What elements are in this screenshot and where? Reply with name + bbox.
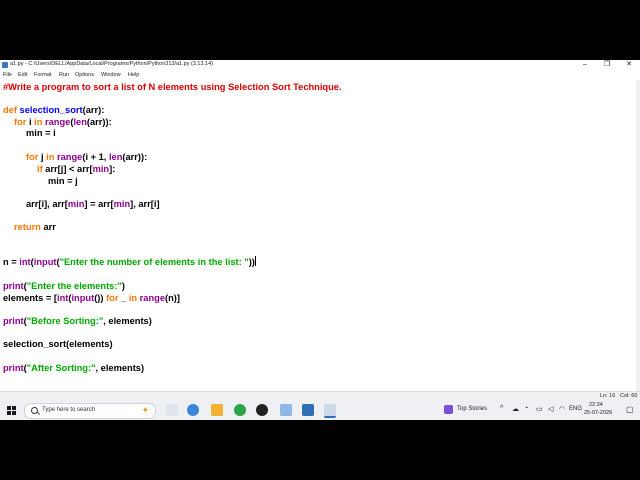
python-app-icon [2,62,8,68]
code-editor[interactable]: #Write a program to sort a list of N ele… [0,80,636,420]
column-number: Col: 60 [620,393,638,399]
taskbar: Type here to search ✦ Top Stories ^ ☁ ◔ … [0,400,640,420]
clock-time[interactable]: 22:34 [589,402,603,408]
taskbar-search-box[interactable]: Type here to search ✦ [24,403,156,419]
title-bar[interactable]: a1.py - C:/Users/DELL/AppData/Local/Prog… [0,60,640,70]
menu-window[interactable]: Window [101,72,121,78]
edge-browser-icon[interactable] [187,404,199,416]
wifi-icon[interactable]: ◠ [559,405,565,413]
menu-edit[interactable]: Edit [18,72,27,78]
vertical-scrollbar[interactable] [636,80,640,392]
news-icon[interactable] [444,405,453,414]
line-number: Ln: 16 [600,393,616,399]
python-editor-taskbar-icon[interactable] [324,404,336,418]
battery-icon[interactable]: ▭ [536,405,543,413]
volume-icon[interactable]: ◁ [548,405,553,413]
code-line-6: if arr[j] < arr[min]: [37,164,116,174]
code-line-7: min = j [48,176,78,186]
network-icon[interactable]: ☁ [512,405,519,413]
code-line-9: return arr [14,222,56,232]
windows-start-icon[interactable] [7,406,16,415]
minimize-button[interactable]: – [574,60,596,70]
code-line-10: n = int(input("Enter the number of eleme… [3,256,256,267]
code-line-5: for j in range(i + 1, len(arr)): [26,152,148,162]
code-line-8: arr[i], arr[min] = arr[min], arr[i] [26,199,160,209]
sparkle-icon: ✦ [141,405,149,415]
code-line-14: selection_sort(elements) [3,339,113,349]
menu-format[interactable]: Format [34,72,51,78]
notification-icon[interactable]: ▢ [626,405,634,414]
text-cursor [254,256,256,266]
python-taskbar-icon[interactable] [302,404,314,416]
close-button[interactable]: ✕ [618,60,640,70]
code-line-13: print("Before Sorting:", elements) [3,316,152,326]
search-placeholder: Type here to search [42,407,96,413]
code-line-2: def selection_sort(arr): [3,105,105,115]
window-title: a1.py - C:/Users/DELL/AppData/Local/Prog… [10,61,213,67]
code-line-1: #Write a program to sort a list of N ele… [3,82,342,92]
menu-bar: File Edit Format Run Options Window Help [0,70,640,80]
search-icon [31,407,38,414]
menu-file[interactable]: File [3,72,12,78]
maximize-button[interactable]: ❐ [596,60,618,70]
tray-chevron-icon[interactable]: ^ [500,405,503,412]
code-line-4: min = i [26,128,56,138]
menu-run[interactable]: Run [59,72,69,78]
task-view-icon[interactable] [166,404,178,416]
idle-shell-icon[interactable] [280,404,292,416]
news-widget-label[interactable]: Top Stories [457,406,487,412]
menu-options[interactable]: Options [75,72,94,78]
code-line-12: elements = [int(input()) for _ in range(… [3,293,180,303]
network-wifi-icon[interactable]: ◔ [524,405,528,412]
language-indicator[interactable]: ENG [569,406,582,412]
app-icon[interactable] [256,404,268,416]
code-line-15: print("After Sorting:", elements) [3,363,145,373]
chrome-icon[interactable] [234,404,246,416]
code-line-11: print("Enter the elements:") [3,281,125,291]
menu-help[interactable]: Help [128,72,139,78]
file-explorer-icon[interactable] [211,404,223,416]
clock-date[interactable]: 25-07-2026 [584,410,612,416]
screen: a1.py - C:/Users/DELL/AppData/Local/Prog… [0,60,640,420]
